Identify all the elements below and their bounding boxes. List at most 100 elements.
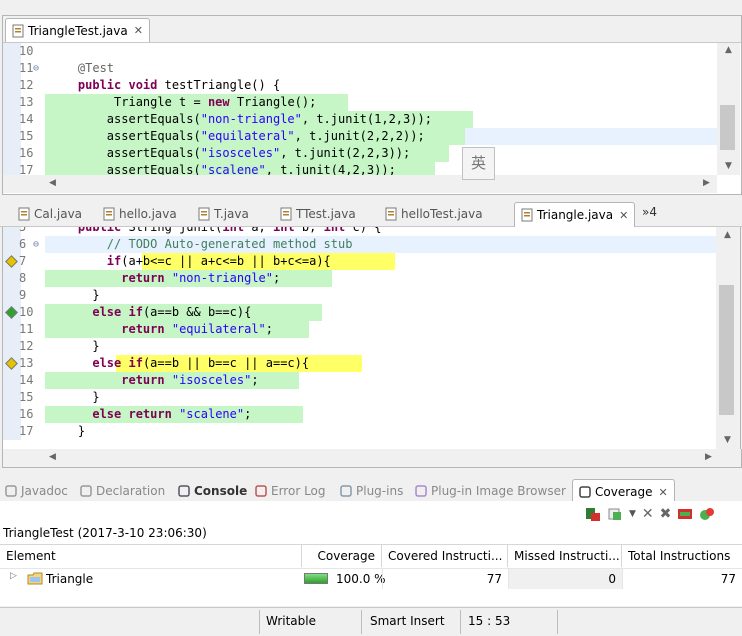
- main-vertical-scrollbar[interactable]: ▲ ▼: [716, 227, 741, 449]
- tab-label: Cal.java: [34, 207, 83, 221]
- code-line[interactable]: 16 else return "scalene";: [3, 406, 717, 423]
- tab-javadoc[interactable]: Javadoc: [5, 479, 68, 503]
- keyword-token: new: [207, 95, 230, 109]
- top-vertical-scrollbar[interactable]: ▲ ▼: [717, 43, 740, 175]
- coverage-launch-icon[interactable]: [585, 506, 601, 522]
- cell-missed: 0: [508, 569, 622, 589]
- code-line[interactable]: 17 }: [3, 423, 717, 440]
- remove-all-sessions-icon[interactable]: ✖: [660, 506, 672, 522]
- tab-cal-java[interactable]: Cal.java: [18, 202, 82, 226]
- tab-declaration[interactable]: Declaration: [80, 479, 165, 503]
- code-line[interactable]: 14 assertEquals("non-triangle", t.junit(…: [3, 111, 717, 128]
- code-line[interactable]: 12 public void testTriangle() {: [3, 77, 717, 94]
- code-text: assertEquals("equilateral", t.junit(2,2,…: [49, 128, 425, 145]
- coverage-session-label: TriangleTest (2017-3-10 23:06:30): [3, 526, 207, 540]
- tab-hello-java[interactable]: hello.java: [103, 202, 177, 226]
- column-header-coverage[interactable]: Coverage: [302, 545, 382, 567]
- coverage-icon: [579, 486, 591, 498]
- tab-plug-in-image-browser[interactable]: Plug-in Image Browser: [415, 479, 566, 503]
- code-token: String junit(: [121, 227, 223, 234]
- main-code-area[interactable]: 5 public String junit(int a, int b, int …: [2, 227, 717, 449]
- remove-session-icon[interactable]: ✕: [642, 506, 654, 522]
- collapse-all-icon[interactable]: [677, 506, 693, 522]
- column-header-element[interactable]: Element: [0, 545, 302, 567]
- merge-sessions-icon[interactable]: [607, 506, 623, 522]
- line-number: 11: [19, 322, 34, 336]
- code-line[interactable]: ⊖ 6 // TODO Auto-generated method stub: [3, 236, 717, 253]
- tab-hellotest-java[interactable]: helloTest.java: [385, 202, 483, 226]
- code-token: }: [49, 339, 100, 353]
- code-line[interactable]: 8 return "non-triangle";: [3, 270, 717, 287]
- code-line[interactable]: 5 public String junit(int a, int b, int …: [3, 227, 717, 236]
- scroll-up-icon[interactable]: ▲: [724, 230, 731, 240]
- top-scroll-thumb[interactable]: [720, 105, 735, 150]
- code-token: , t.junit(4,2,3));: [265, 163, 396, 175]
- tab-triangletest[interactable]: TriangleTest.java ✕: [5, 18, 150, 42]
- code-line[interactable]: 11 return "equilateral";: [3, 321, 717, 338]
- scroll-up-icon[interactable]: ▲: [725, 45, 732, 55]
- tab-console[interactable]: Console: [178, 479, 247, 503]
- code-text: public String junit(int a, int b, int c)…: [49, 227, 382, 236]
- code-line[interactable]: 13 else if(a==b || b==c || a==c){: [3, 355, 717, 372]
- scroll-right-icon[interactable]: ▶: [703, 178, 710, 188]
- tab-triangle-java[interactable]: Triangle.java ✕: [514, 202, 636, 227]
- link-with-editor-icon[interactable]: [699, 506, 715, 522]
- code-line[interactable]: 15 assertEquals("equilateral", t.junit(2…: [3, 128, 717, 145]
- code-token: (a==b && b==c){: [142, 305, 252, 319]
- coverage-bar-fill: [305, 574, 327, 583]
- tab-t-java[interactable]: T.java: [198, 202, 249, 226]
- expand-arrow-icon[interactable]: ▷: [10, 571, 17, 581]
- code-line[interactable]: 17 assertEquals("scalene", t.junit(4,2,3…: [3, 162, 717, 175]
- main-horizontal-scrollbar[interactable]: ◀ ▶: [2, 449, 742, 468]
- close-icon[interactable]: ✕: [659, 486, 668, 499]
- code-token: assertEquals(: [49, 129, 201, 143]
- code-line[interactable]: 10 else if(a==b && b==c){: [3, 304, 717, 321]
- scroll-right-icon[interactable]: ▶: [705, 452, 712, 462]
- javadoc-icon: [5, 485, 17, 497]
- code-line[interactable]: 14 return "isosceles";: [3, 372, 717, 389]
- table-row[interactable]: ▷ Triangle 100.0 % 77 0 77: [0, 568, 742, 589]
- string-token: "non-triangle": [171, 271, 273, 285]
- top-code-area[interactable]: 10 ⊖ 11 @Test 12 public void testTriangle()…: [3, 43, 717, 175]
- code-line[interactable]: ⊖ 11 @Test: [3, 60, 717, 77]
- scroll-down-icon[interactable]: ▼: [724, 435, 731, 445]
- column-header-missed[interactable]: Missed Instructi...: [508, 545, 622, 567]
- keyword-token: public void: [77, 78, 158, 92]
- column-header-total[interactable]: Total Instructions: [622, 545, 742, 567]
- code-text: assertEquals("scalene", t.junit(4,2,3));: [49, 162, 396, 175]
- code-token: testTriangle() {: [157, 78, 281, 92]
- code-line[interactable]: 7 if(a+b<=c || a+c<=b || b+c<=a){: [3, 253, 717, 270]
- code-text: @Test: [49, 60, 114, 77]
- tab-triangletest-label: TriangleTest.java: [28, 23, 128, 38]
- close-icon[interactable]: ✕: [619, 209, 628, 222]
- line-number: 17: [19, 163, 34, 175]
- code-text: assertEquals("isosceles", t.junit(2,2,3)…: [49, 145, 410, 162]
- column-header-covered[interactable]: Covered Instructi...: [382, 545, 508, 567]
- code-line[interactable]: 10: [3, 43, 717, 60]
- close-icon[interactable]: ✕: [134, 24, 143, 37]
- coverage-toolbar: ▼ ✕ ✖: [585, 505, 740, 523]
- tab-error-log[interactable]: Error Log: [255, 479, 326, 503]
- top-horizontal-scrollbar[interactable]: ◀ ▶: [3, 175, 717, 193]
- scroll-left-icon[interactable]: ◀: [49, 178, 56, 188]
- chevron-down-icon[interactable]: ▼: [629, 509, 636, 519]
- code-line[interactable]: 12 }: [3, 338, 717, 355]
- tab-label: Declaration: [96, 484, 166, 498]
- scroll-down-icon[interactable]: ▼: [725, 161, 732, 171]
- scroll-left-icon[interactable]: ◀: [49, 452, 56, 462]
- main-scroll-thumb[interactable]: [719, 285, 734, 415]
- code-text: if(a+b<=c || a+c<=b || b+c<=a){: [49, 253, 331, 270]
- code-line[interactable]: 9 }: [3, 287, 717, 304]
- tab-overflow-indicator[interactable]: »4: [642, 205, 657, 219]
- tab-ttest-java[interactable]: TTest.java: [280, 202, 356, 226]
- code-line[interactable]: 16 assertEquals("isosceles", t.junit(2,2…: [3, 145, 717, 162]
- code-line[interactable]: 15 }: [3, 389, 717, 406]
- tab-plug-ins[interactable]: Plug-ins: [340, 479, 403, 503]
- code-line[interactable]: 13 Triangle t = new Triangle();: [3, 94, 717, 111]
- keyword-token: else if: [92, 305, 143, 319]
